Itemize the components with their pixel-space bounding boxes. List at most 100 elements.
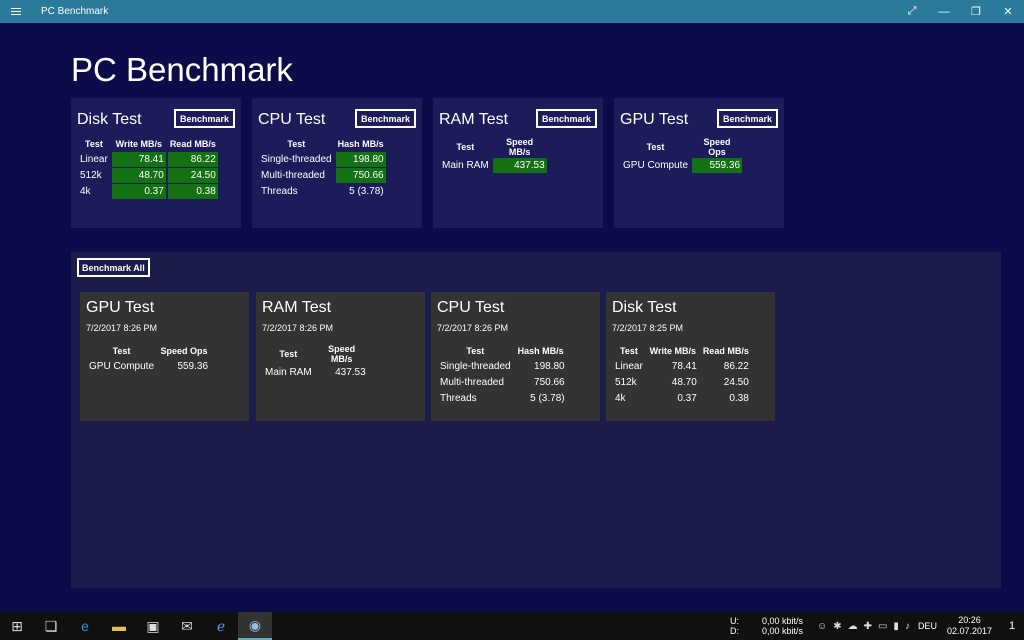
column-header: Read MB/s [169, 139, 216, 149]
net-down-value: 0,00 kbit/s [761, 626, 803, 636]
internet-explorer-icon[interactable]: ℯ [204, 612, 238, 640]
battery-icon[interactable]: ▮ [893, 621, 899, 632]
page-title: PC Benchmark [71, 51, 293, 88]
windows-start-icon[interactable]: ⊞ [0, 612, 34, 640]
cpu-test-card: CPU Test Benchmark Test Hash MB/s Single… [252, 98, 422, 228]
speed-value: 437.53 [492, 158, 547, 173]
cpu-result-card: CPU Test 7/2/2017 8:26 PM Test Hash MB/s… [431, 292, 600, 421]
table-row: GPU Compute 559.36 [87, 359, 210, 374]
results-panel: Benchmark All GPU Test 7/2/2017 8:26 PM … [71, 252, 1001, 588]
table-row: Main RAM 437.53 [263, 365, 368, 380]
result-title: GPU Test [86, 299, 155, 316]
benchmark-all-button[interactable]: Benchmark All [77, 258, 150, 277]
speed-value: 559.36 [177, 361, 209, 372]
hash-value: 750.66 [335, 168, 386, 183]
result-title: Disk Test [612, 299, 677, 316]
row-label: GPU Compute [89, 361, 155, 372]
row-label: Linear [80, 154, 108, 165]
hamburger-menu-icon[interactable] [0, 0, 32, 23]
table-row: Multi-threaded 750.66 [438, 375, 567, 390]
table-row: Main RAM 437.53 [440, 158, 547, 173]
column-header: Test [287, 139, 306, 149]
network-icon[interactable]: ▭ [878, 621, 887, 632]
row-label: 512k [80, 170, 102, 181]
write-value: 78.41 [671, 361, 697, 372]
people-icon[interactable]: ☺ [817, 621, 827, 632]
read-value: 86.22 [167, 152, 218, 167]
table-row: Linear 78.41 86.22 [613, 359, 751, 374]
task-view-icon[interactable]: ❏ [34, 612, 68, 640]
column-header: Hash MB/s [337, 139, 384, 149]
gpu-results-table: Test Speed Ops GPU Compute 559.36 [619, 136, 744, 174]
read-value: 86.22 [723, 361, 749, 372]
row-label: Multi-threaded [261, 170, 325, 181]
write-value: 78.41 [111, 152, 166, 167]
read-value: 0.38 [729, 393, 749, 404]
hash-value: 5 (3.78) [530, 393, 565, 404]
window-title: PC Benchmark [41, 6, 109, 17]
disk-results-table: Test Write MB/s Read MB/s Linear 78.41 8… [76, 136, 220, 200]
tray-app-icon[interactable]: ✱ [833, 621, 841, 632]
card-title: RAM Test [439, 111, 509, 128]
ram-benchmark-button[interactable]: Benchmark [535, 109, 597, 128]
clock-time: 20:26 [958, 615, 981, 625]
row-label: 4k [615, 393, 626, 404]
edge-browser-icon[interactable]: e [68, 612, 102, 640]
table-row: 4k 0.37 0.38 [78, 184, 218, 199]
column-header: Test [466, 346, 485, 356]
column-header: Speed MB/s [328, 344, 356, 364]
notification-center-icon[interactable]: 1 [1000, 612, 1024, 640]
onedrive-icon[interactable]: ☁ [848, 621, 858, 632]
minimize-button[interactable]: — [928, 0, 960, 23]
cpu-benchmark-button[interactable]: Benchmark [354, 109, 416, 128]
gpu-result-card: GPU Test 7/2/2017 8:26 PM Test Speed Ops… [80, 292, 249, 421]
title-bar: PC Benchmark ⤢ — ❐ ✕ [0, 0, 1024, 23]
speed-value: 437.53 [335, 367, 366, 378]
write-value: 48.70 [111, 168, 166, 183]
table-row: Multi-threaded 750.66 [259, 168, 386, 183]
table-row: Threads 5 (3.78) [259, 184, 386, 199]
row-label: Single-threaded [261, 154, 332, 165]
column-header: Speed Ops [703, 137, 731, 157]
language-indicator[interactable]: DEU [918, 621, 937, 631]
read-value: 24.50 [167, 168, 218, 183]
row-label: GPU Compute [623, 160, 689, 171]
result-timestamp: 7/2/2017 8:26 PM [262, 323, 334, 333]
column-header: Test [112, 346, 131, 356]
table-row: Single-threaded 198.80 [438, 359, 567, 374]
pc-benchmark-taskbar-icon[interactable]: ◉ [238, 612, 272, 640]
row-label: 512k [615, 377, 637, 388]
ram-test-card: RAM Test Benchmark Test Speed MB/s Main … [433, 98, 603, 228]
mail-icon[interactable]: ✉ [170, 612, 204, 640]
column-header: Test [619, 346, 638, 356]
result-timestamp: 7/2/2017 8:26 PM [86, 323, 158, 333]
notification-count: 1 [1008, 620, 1016, 632]
row-label: Threads [440, 393, 477, 404]
disk-result-table: Test Write MB/s Read MB/s Linear 78.41 8… [611, 343, 753, 407]
column-header: Test [84, 139, 103, 149]
read-value: 24.50 [723, 377, 749, 388]
net-down-label: D: [729, 626, 739, 636]
row-label: Main RAM [265, 367, 312, 378]
security-icon[interactable]: ✚ [864, 621, 872, 632]
column-header: Test [646, 142, 665, 152]
gpu-benchmark-button[interactable]: Benchmark [716, 109, 778, 128]
file-explorer-icon[interactable]: ▬ [102, 612, 136, 640]
hash-value: 5 (3.78) [349, 186, 384, 197]
maximize-button[interactable]: ❐ [960, 0, 992, 23]
write-value: 0.37 [677, 393, 697, 404]
column-header: Read MB/s [702, 346, 749, 356]
clock[interactable]: 20:26 02.07.2017 [947, 615, 992, 637]
write-value: 48.70 [671, 377, 697, 388]
column-header: Test [456, 142, 475, 152]
disk-benchmark-button[interactable]: Benchmark [173, 109, 235, 128]
row-label: Linear [615, 361, 643, 372]
fullscreen-icon[interactable]: ⤢ [896, 0, 928, 23]
close-button[interactable]: ✕ [992, 0, 1024, 23]
card-title: CPU Test [258, 111, 326, 128]
store-icon[interactable]: ▣ [136, 612, 170, 640]
table-row: Linear 78.41 86.22 [78, 152, 218, 167]
volume-icon[interactable]: ♪ [905, 621, 910, 632]
disk-test-card: Disk Test Benchmark Test Write MB/s Read… [71, 98, 241, 228]
column-header: Write MB/s [649, 346, 696, 356]
